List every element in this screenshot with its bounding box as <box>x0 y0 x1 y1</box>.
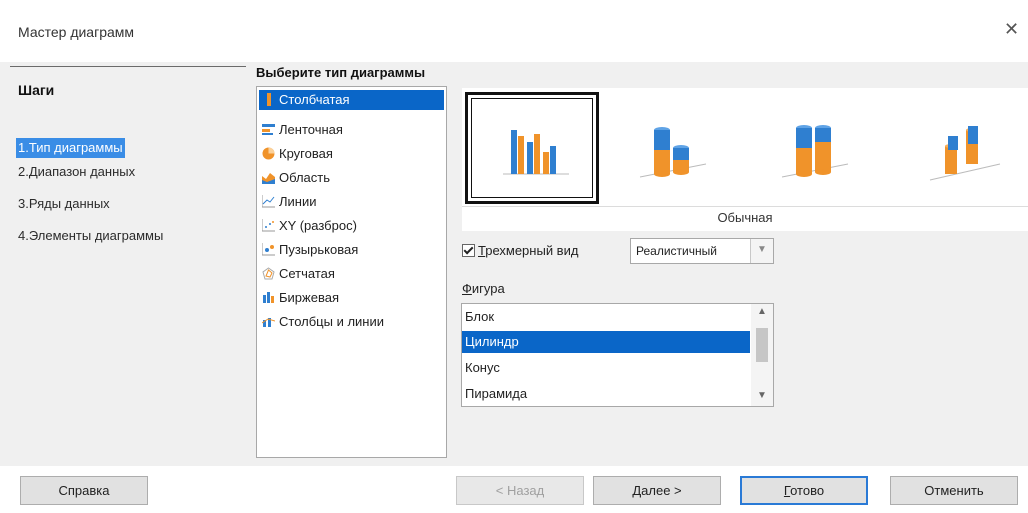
variant-normal[interactable] <box>465 92 599 204</box>
window-title: Мастер диаграмм <box>18 24 135 40</box>
finish-button[interactable]: Готово <box>740 476 868 505</box>
chart-type-column-line[interactable]: Столбцы и линии <box>259 312 444 332</box>
chart-type-label: Область <box>279 170 331 185</box>
shape-list[interactable]: Блок Цилиндр Конус Пирамида ▲ ▼ <box>461 303 774 407</box>
three-d-checkbox[interactable]: Трехмерный вид <box>462 243 578 258</box>
chart-type-label: Сетчатая <box>279 266 335 281</box>
chart-type-bubble[interactable]: Пузырьковая <box>259 240 444 260</box>
chevron-down-icon: ▼ <box>757 244 767 255</box>
back-button[interactable]: < Назад <box>456 476 584 505</box>
chart-variant-gallery <box>462 88 1028 206</box>
shape-list-scrollbar[interactable]: ▲ ▼ <box>751 304 773 406</box>
chart-type-column[interactable]: Столбчатая <box>259 90 444 110</box>
dropdown-button[interactable]: ▼ <box>750 239 773 263</box>
variant-deep[interactable] <box>890 92 1024 204</box>
area-chart-icon <box>262 170 275 184</box>
bar-chart-icon <box>262 122 275 135</box>
column-line-chart-icon <box>261 314 276 327</box>
chart-type-label: Ленточная <box>279 122 343 137</box>
shape-label-rest: игура <box>471 281 505 296</box>
pie-chart-icon <box>262 146 275 160</box>
shape-item-cylinder[interactable]: Цилиндр <box>462 331 750 353</box>
chart-type-line[interactable]: Линии <box>259 192 444 212</box>
three-d-style-select[interactable]: Реалистичный ▼ <box>630 238 774 264</box>
chevron-up-icon[interactable]: ▲ <box>757 306 767 317</box>
three-d-label: рехмерный вид <box>485 243 579 258</box>
step-data-range[interactable]: 2.Диапазон данных <box>18 162 135 182</box>
variant-name-label: Обычная <box>462 206 1028 231</box>
help-button[interactable]: Справка <box>20 476 148 505</box>
xy-scatter-icon <box>261 218 275 232</box>
chart-type-bar[interactable]: Ленточная <box>259 120 444 140</box>
step-chart-type[interactable]: 1.Тип диаграммы <box>16 138 125 158</box>
bubble-chart-icon <box>261 242 275 256</box>
chart-type-pie[interactable]: Круговая <box>259 144 444 164</box>
next-label: алее > <box>641 483 682 498</box>
step-chart-elements[interactable]: 4.Элементы диаграммы <box>18 226 163 246</box>
chart-type-label: Столбчатая <box>279 92 350 107</box>
chart-type-label: Столбцы и линии <box>279 314 384 329</box>
chart-type-xy-scatter[interactable]: XY (разброс) <box>259 216 444 236</box>
chart-type-label: Пузырьковая <box>279 242 359 257</box>
checkbox-checked-icon <box>462 244 475 257</box>
chart-type-label: Круговая <box>279 146 333 161</box>
cylinder-stacked-preview <box>639 127 707 178</box>
variant-stacked[interactable] <box>606 92 740 204</box>
step-data-series[interactable]: 3.Ряды данных <box>18 194 110 214</box>
cylinder-deep-preview <box>929 126 1001 181</box>
shape-item-cone[interactable]: Конус <box>462 357 750 379</box>
finish-label: отово <box>790 483 825 498</box>
next-mnemonic: Д <box>632 483 642 498</box>
shape-item-pyramid[interactable]: Пирамида <box>462 383 750 405</box>
cylinder-percent-preview <box>781 125 849 178</box>
column-chart-icon <box>262 92 275 106</box>
chart-type-area[interactable]: Область <box>259 168 444 188</box>
chart-type-label: Линии <box>279 194 317 209</box>
cylinder-normal-preview <box>503 130 569 175</box>
line-chart-icon <box>261 194 275 208</box>
chart-type-stock[interactable]: Биржевая <box>259 288 444 308</box>
shape-item-block[interactable]: Блок <box>462 306 750 328</box>
steps-divider <box>10 66 246 67</box>
next-button[interactable]: Далее > <box>593 476 721 505</box>
chart-type-list[interactable]: Столбчатая Ленточная Круговая Область Ли… <box>256 86 447 458</box>
shape-label-mnemonic: Ф <box>462 281 472 296</box>
three-d-style-value: Реалистичный <box>636 244 717 258</box>
scrollbar-thumb[interactable] <box>756 328 768 362</box>
variant-percent-stacked[interactable] <box>748 92 882 204</box>
shape-label: Фигура <box>462 281 505 296</box>
net-chart-icon <box>262 266 275 280</box>
chart-type-label: Биржевая <box>279 290 339 305</box>
chevron-down-icon[interactable]: ▼ <box>757 390 767 401</box>
chart-type-heading: Выберите тип диаграммы <box>256 65 426 80</box>
chart-type-net[interactable]: Сетчатая <box>259 264 444 284</box>
close-icon[interactable]: ✕ <box>1004 20 1019 38</box>
cancel-button[interactable]: Отменить <box>890 476 1018 505</box>
stock-chart-icon <box>262 290 275 303</box>
title-bar: Мастер диаграмм ✕ <box>0 0 1028 62</box>
chart-type-label: XY (разброс) <box>279 218 357 233</box>
steps-title: Шаги <box>18 82 55 98</box>
